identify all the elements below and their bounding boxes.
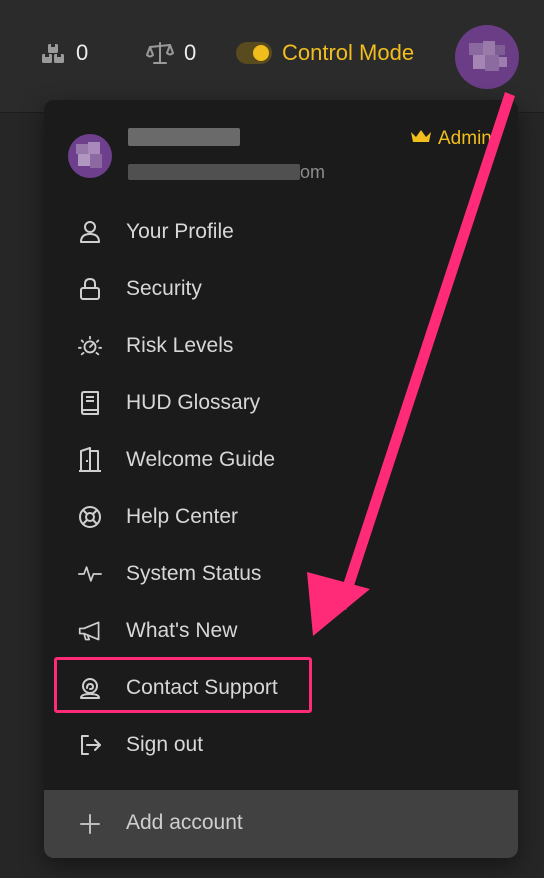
avatar [68, 134, 112, 178]
top-bar: 0 0 Control Mode [0, 0, 544, 113]
add-account-button[interactable]: Add account [44, 790, 518, 858]
menu-item-label: Risk Levels [126, 334, 234, 357]
role-label: Admin [438, 128, 492, 149]
crown-icon [410, 128, 432, 150]
stat-scale-value: 0 [184, 40, 197, 65]
book-icon [78, 391, 102, 415]
stat-blocks[interactable]: 0 [40, 40, 88, 66]
menu-item-risk-levels[interactable]: Risk Levels [44, 318, 518, 374]
user-avatar-button[interactable] [455, 25, 519, 89]
role-badge: Admin [410, 128, 492, 150]
menu-item-profile[interactable]: Your Profile [44, 204, 518, 260]
contact-support-highlight [54, 657, 312, 713]
lifebuoy-icon [78, 505, 102, 529]
account-menu: om Admin Your Profile Security Risk Leve… [44, 100, 518, 858]
account-email-redacted [128, 164, 300, 180]
menu-item-label: System Status [126, 562, 262, 585]
menu-item-label: Security [126, 277, 202, 300]
menu-item-label: Help Center [126, 505, 239, 528]
menu-item-label: Welcome Guide [126, 448, 276, 471]
risk-icon [78, 334, 102, 358]
page: 0 0 Control Mode om Admin Your Profile S… [0, 0, 544, 878]
menu-item-whats-new[interactable]: What's New [44, 603, 518, 659]
menu-item-hud-glossary[interactable]: HUD Glossary [44, 375, 518, 431]
door-icon [78, 447, 102, 472]
stat-scale[interactable]: 0 [146, 40, 196, 66]
pulse-icon [78, 562, 102, 586]
scale-icon [146, 40, 174, 66]
account-header: om Admin [44, 100, 518, 200]
menu-item-welcome-guide[interactable]: Welcome Guide [44, 432, 518, 488]
control-mode-toggle[interactable]: Control Mode [236, 40, 414, 66]
email-suffix: om [300, 162, 326, 182]
stat-blocks-value: 0 [76, 40, 89, 65]
account-name-redacted [128, 128, 240, 146]
menu-item-security[interactable]: Security [44, 261, 518, 317]
menu-item-system-status[interactable]: System Status [44, 546, 518, 602]
menu-item-sign-out[interactable]: Sign out [44, 717, 518, 773]
menu-item-label: Sign out [126, 733, 204, 756]
megaphone-icon [78, 619, 102, 643]
menu-item-label: What's New [126, 619, 238, 642]
plus-icon [78, 812, 102, 836]
menu-item-help-center[interactable]: Help Center [44, 489, 518, 545]
control-mode-label: Control Mode [282, 40, 415, 65]
logout-icon [78, 733, 102, 757]
lock-icon [78, 277, 102, 301]
toggle-knob [253, 45, 269, 61]
menu-item-label: Your Profile [126, 220, 234, 243]
menu-item-label: HUD Glossary [126, 391, 261, 414]
toggle-switch[interactable] [236, 42, 272, 64]
add-account-label: Add account [126, 811, 243, 834]
user-icon [78, 220, 102, 244]
blocks-icon [40, 40, 66, 66]
